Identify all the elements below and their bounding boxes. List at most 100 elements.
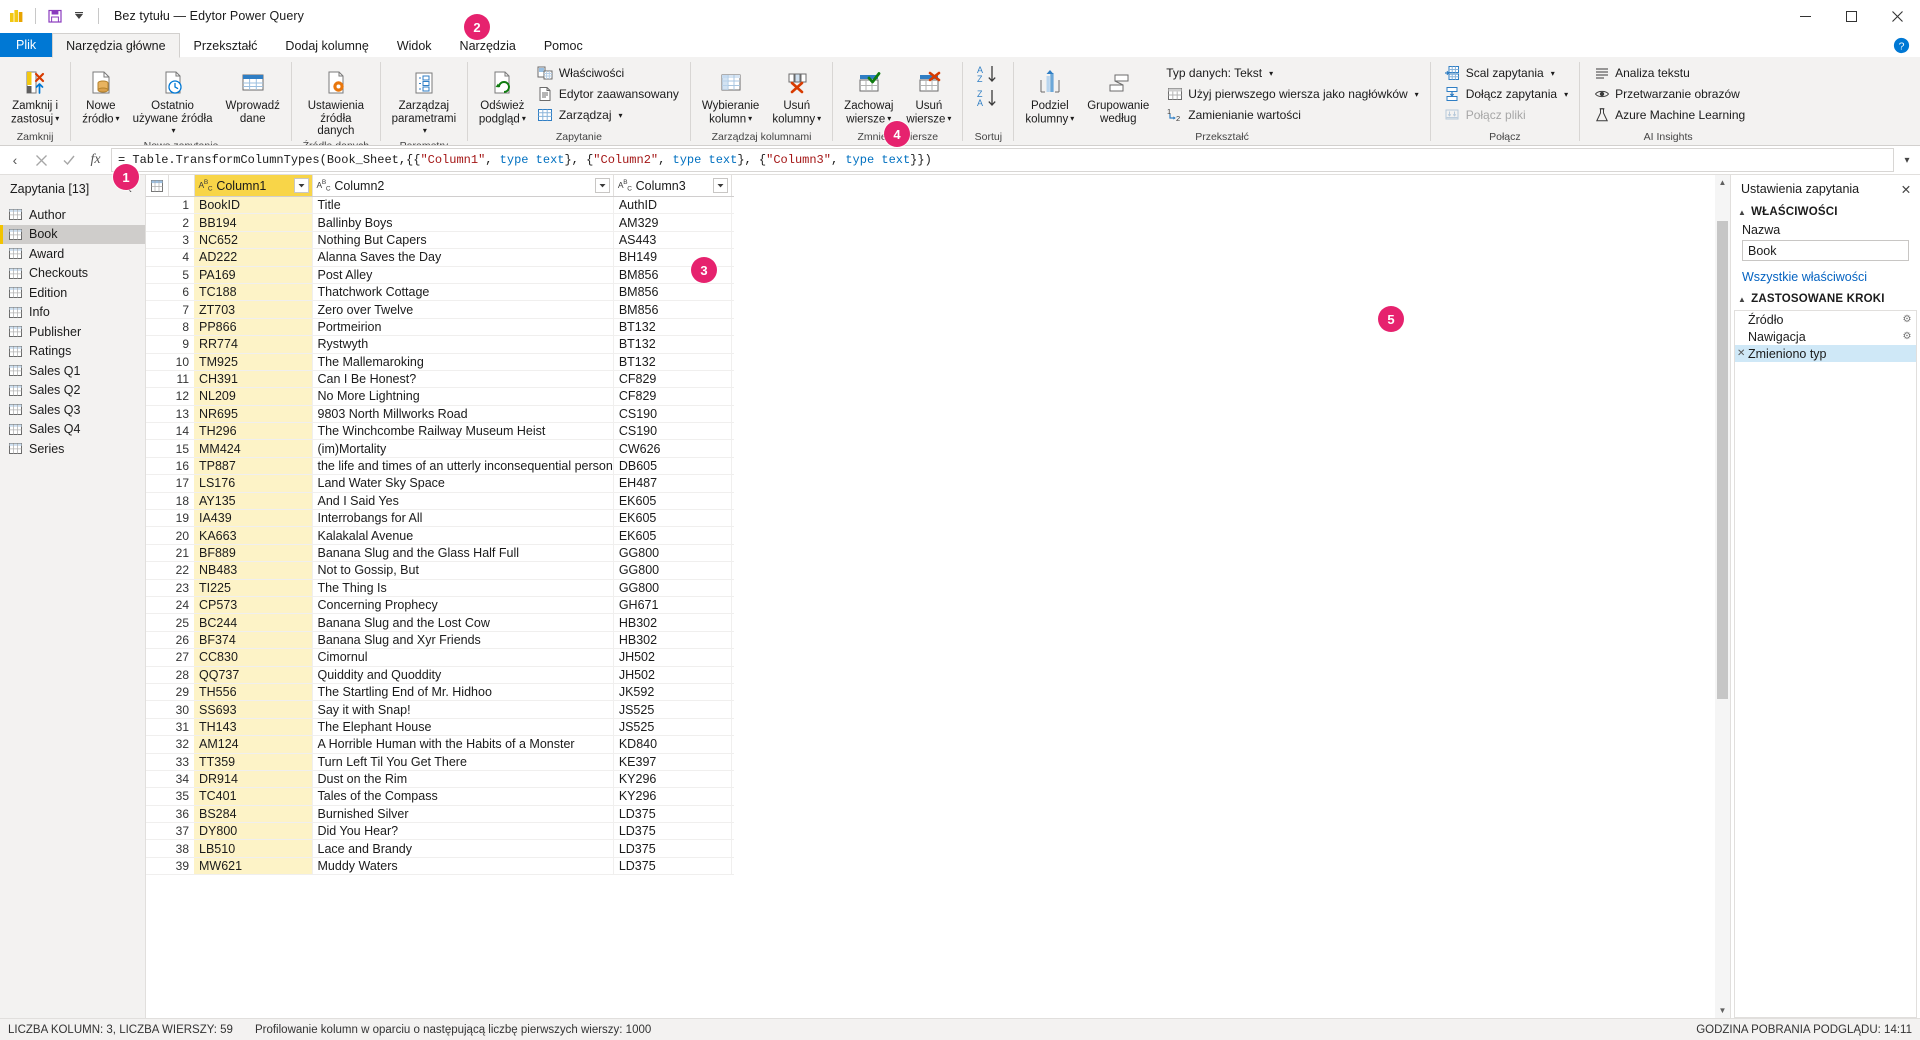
scroll-down-arrow-icon[interactable]: ▼ — [1715, 1003, 1730, 1018]
grid-corner-header[interactable] — [146, 175, 169, 197]
cell-r36-c3[interactable]: LD375 — [613, 805, 732, 824]
save-button[interactable] — [43, 4, 67, 28]
cell-r31-c1[interactable]: TH143 — [194, 718, 313, 737]
cell-r27-c3[interactable]: JH502 — [613, 648, 732, 667]
table-row[interactable]: 8 PP866 Portmeirion BT132 — [146, 318, 734, 337]
column-type-icon-column2[interactable]: ABC — [317, 179, 331, 193]
cell-r6-c2[interactable]: Thatchwork Cottage — [312, 283, 614, 302]
cell-r21-c3[interactable]: GG800 — [613, 544, 732, 563]
cell-r26-c1[interactable]: BF374 — [194, 631, 313, 650]
cell-r33-c3[interactable]: KE397 — [613, 753, 732, 771]
table-row[interactable]: 31 TH143 The Elephant House JS525 — [146, 718, 734, 737]
cell-r24-c1[interactable]: CP573 — [194, 596, 313, 615]
cell-r12-c1[interactable]: NL209 — [194, 387, 313, 406]
cell-r37-c3[interactable]: LD375 — [613, 822, 732, 841]
cell-r21-c1[interactable]: BF889 — [194, 544, 313, 563]
close-and-apply-button[interactable]: Zamknij i zastosuj ▾ — [5, 61, 65, 126]
cell-r11-c1[interactable]: CH391 — [194, 370, 313, 389]
table-row[interactable]: 3 NC652 Nothing But Capers AS443 — [146, 231, 734, 250]
cell-r5-c2[interactable]: Post Alley — [312, 266, 614, 284]
cell-r18-c2[interactable]: And I Said Yes — [312, 492, 614, 511]
table-row[interactable]: 12 NL209 No More Lightning CF829 — [146, 387, 734, 406]
query-item-book[interactable]: Book — [0, 224, 145, 244]
insert-function-button[interactable]: fx — [82, 148, 109, 172]
cell-r13-c1[interactable]: NR695 — [194, 405, 313, 424]
cell-r21-c2[interactable]: Banana Slug and the Glass Half Full — [312, 544, 614, 563]
table-row[interactable]: 5 PA169 Post Alley BM856 — [146, 266, 734, 284]
cell-r17-c3[interactable]: EH487 — [613, 474, 732, 493]
tab-tools[interactable]: Narzędzia — [446, 33, 530, 57]
cell-r22-c3[interactable]: GG800 — [613, 561, 732, 580]
table-row[interactable]: 36 BS284 Burnished Silver LD375 — [146, 805, 734, 824]
cell-r24-c2[interactable]: Concerning Prophecy — [312, 596, 614, 615]
tab-home[interactable]: Narzędzia główne — [52, 33, 180, 58]
applied-step-1[interactable]: Źródło ⚙ — [1735, 311, 1916, 328]
table-row[interactable]: 39 MW621 Muddy Waters LD375 — [146, 857, 734, 876]
query-item-sales-q2[interactable]: Sales Q2 — [0, 381, 145, 401]
replace-values-button[interactable]: 1 2 Zamienianie wartości — [1162, 105, 1424, 125]
cell-r39-c2[interactable]: Muddy Waters — [312, 857, 614, 876]
table-row[interactable]: 15 MM424 (im)Mortality CW626 — [146, 439, 734, 458]
cell-r23-c3[interactable]: GG800 — [613, 579, 732, 597]
cell-r18-c1[interactable]: AY135 — [194, 492, 313, 511]
cell-r30-c2[interactable]: Say it with Snap! — [312, 700, 614, 719]
cell-r17-c2[interactable]: Land Water Sky Space — [312, 474, 614, 493]
cell-r4-c2[interactable]: Alanna Saves the Day — [312, 248, 614, 267]
query-item-sales-q1[interactable]: Sales Q1 — [0, 361, 145, 381]
cell-r24-c3[interactable]: GH671 — [613, 596, 732, 615]
table-row[interactable]: 27 CC830 Cimornul JH502 — [146, 648, 734, 667]
cell-r10-c1[interactable]: TM925 — [194, 353, 313, 371]
data-source-settings-button[interactable]: Ustawienia źródła danych — [297, 61, 375, 139]
table-row[interactable]: 25 BC244 Banana Slug and the Lost Cow HB302 — [146, 613, 734, 632]
query-item-sales-q3[interactable]: Sales Q3 — [0, 400, 145, 420]
table-row[interactable]: 19 IA439 Interrobangs for All EK605 — [146, 509, 734, 528]
cell-r35-c1[interactable]: TC401 — [194, 787, 313, 806]
column-filter-button-column2[interactable] — [594, 178, 610, 193]
cell-r13-c2[interactable]: 9803 North Millworks Road — [312, 405, 614, 424]
cell-r18-c3[interactable]: EK605 — [613, 492, 732, 511]
query-item-author[interactable]: Author — [0, 205, 145, 225]
cell-r9-c1[interactable]: RR774 — [194, 335, 313, 354]
table-row[interactable]: 33 TT359 Turn Left Til You Get There KE397 — [146, 753, 734, 771]
table-row[interactable]: 34 DR914 Dust on the Rim KY296 — [146, 770, 734, 789]
table-row[interactable]: 1 BookID Title AuthID — [146, 196, 734, 215]
tab-help[interactable]: Pomoc — [530, 33, 597, 57]
minimize-button[interactable] — [1782, 0, 1828, 33]
table-row[interactable]: 26 BF374 Banana Slug and Xyr Friends HB302 — [146, 631, 734, 650]
cell-r33-c1[interactable]: TT359 — [194, 753, 313, 771]
cell-r2-c1[interactable]: BB194 — [194, 213, 313, 232]
keep-rows-button[interactable]: Zachowaj wiersze ▾ — [838, 61, 899, 126]
cell-r3-c1[interactable]: NC652 — [194, 231, 313, 250]
table-row[interactable]: 6 TC188 Thatchwork Cottage BM856 — [146, 283, 734, 302]
grid-vertical-scrollbar[interactable]: ▲ ▼ — [1715, 175, 1730, 1018]
cell-r3-c2[interactable]: Nothing But Capers — [312, 231, 614, 250]
cell-r11-c3[interactable]: CF829 — [613, 370, 732, 389]
cell-r17-c1[interactable]: LS176 — [194, 474, 313, 493]
cell-r36-c2[interactable]: Burnished Silver — [312, 805, 614, 824]
azure-ml-button[interactable]: Azure Machine Learning — [1589, 105, 1751, 125]
cell-r25-c3[interactable]: HB302 — [613, 613, 732, 632]
table-row[interactable]: 9 RR774 Rystwyth BT132 — [146, 335, 734, 354]
cell-r36-c1[interactable]: BS284 — [194, 805, 313, 824]
column-filter-button-column3[interactable] — [712, 178, 728, 193]
data-type-button[interactable]: Typ danych: Tekst ▾ — [1162, 63, 1424, 83]
cell-r23-c2[interactable]: The Thing Is — [312, 579, 614, 597]
table-row[interactable]: 24 CP573 Concerning Prophecy GH671 — [146, 596, 734, 615]
vision-button[interactable]: Przetwarzanie obrazów — [1589, 84, 1751, 104]
cell-r26-c2[interactable]: Banana Slug and Xyr Friends — [312, 631, 614, 650]
table-row[interactable]: 4 AD222 Alanna Saves the Day BH149 — [146, 248, 734, 267]
delete-step-icon[interactable]: ✕ — [1737, 348, 1745, 359]
table-row[interactable]: 29 TH556 The Startling End of Mr. Hidhoo JK… — [146, 683, 734, 702]
cell-r22-c2[interactable]: Not to Gossip, But — [312, 561, 614, 580]
query-name-input[interactable]: Book — [1742, 240, 1909, 261]
properties-button[interactable]: Właściwości — [533, 63, 685, 83]
cell-r29-c3[interactable]: JK592 — [613, 683, 732, 702]
cell-r29-c2[interactable]: The Startling End of Mr. Hidhoo — [312, 683, 614, 702]
remove-columns-button[interactable]: Usuń kolumny ▾ — [766, 61, 827, 126]
maximize-button[interactable] — [1828, 0, 1874, 33]
cell-r9-c3[interactable]: BT132 — [613, 335, 732, 354]
cell-r22-c1[interactable]: NB483 — [194, 561, 313, 580]
manage-parameters-button[interactable]: Zarządzaj parametrami▾ — [386, 61, 462, 139]
cell-r19-c1[interactable]: IA439 — [194, 509, 313, 528]
cell-r35-c3[interactable]: KY296 — [613, 787, 732, 806]
